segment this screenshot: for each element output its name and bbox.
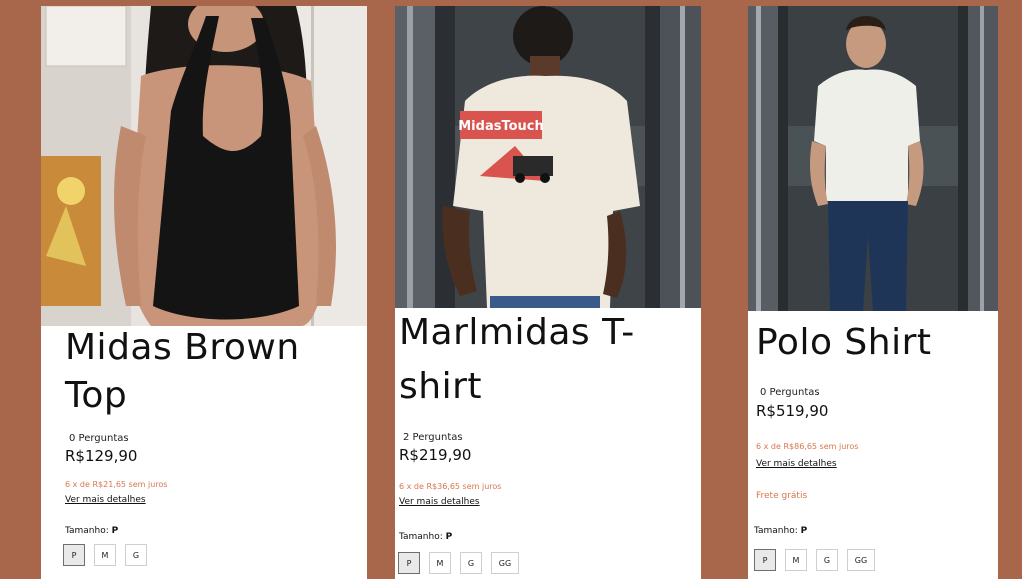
- installments-text: 6 x de R$21,65 sem juros: [65, 480, 168, 489]
- size-option-m[interactable]: M: [785, 549, 807, 571]
- size-selected-value: P: [111, 526, 119, 536]
- see-more-details-link[interactable]: Ver mais detalhes: [65, 495, 146, 505]
- size-option-gg[interactable]: GG: [847, 549, 875, 571]
- product-title-line2: Top: [65, 375, 128, 416]
- size-option-p[interactable]: P: [398, 552, 420, 574]
- size-option-m[interactable]: M: [429, 552, 451, 574]
- size-option-g[interactable]: G: [460, 552, 482, 574]
- size-option-g[interactable]: G: [125, 544, 147, 566]
- product-price: R$519,90: [756, 402, 829, 420]
- product-title-line2: shirt: [399, 366, 482, 407]
- installments-text: 6 x de R$36,65 sem juros: [399, 482, 502, 491]
- product-photo[interactable]: MidasTouch: [395, 6, 701, 308]
- product-photo[interactable]: [41, 6, 367, 326]
- shirt-print-logo: MidasTouch: [458, 119, 544, 134]
- questions-count[interactable]: 0 Perguntas: [760, 387, 820, 398]
- size-selector: P M G GG: [398, 552, 519, 574]
- size-label-text: Tamanho:: [399, 532, 443, 542]
- product-price: R$219,90: [399, 446, 472, 464]
- size-selector: P M G: [63, 544, 147, 566]
- product-price: R$129,90: [65, 447, 138, 465]
- size-selected-value: P: [445, 532, 453, 542]
- size-label: Tamanho: P: [754, 526, 807, 536]
- questions-count[interactable]: 2 Perguntas: [403, 432, 463, 443]
- size-option-g[interactable]: G: [816, 549, 838, 571]
- product-title: Marlmidas T-: [399, 312, 635, 353]
- questions-count[interactable]: 0 Perguntas: [69, 433, 129, 444]
- size-label-text: Tamanho:: [65, 526, 109, 536]
- size-option-p[interactable]: P: [754, 549, 776, 571]
- size-selected-value: P: [800, 526, 808, 536]
- free-shipping-text: Frete grátis: [756, 491, 808, 501]
- product-card-marlmidas-tshirt[interactable]: MidasTouch Marlmidas T- shirt 2 Pergunta…: [395, 6, 701, 579]
- size-option-p[interactable]: P: [63, 544, 85, 566]
- see-more-details-link[interactable]: Ver mais detalhes: [756, 459, 837, 469]
- product-title: Midas Brown: [65, 327, 300, 368]
- size-option-m[interactable]: M: [94, 544, 116, 566]
- product-card-midas-brown-top[interactable]: Midas Brown Top 0 Perguntas R$129,90 6 x…: [41, 6, 367, 579]
- size-label-text: Tamanho:: [754, 526, 798, 536]
- product-card-polo-shirt[interactable]: Polo Shirt 0 Perguntas R$519,90 6 x de R…: [748, 6, 998, 579]
- installments-text: 6 x de R$86,65 sem juros: [756, 442, 859, 451]
- size-option-gg[interactable]: GG: [491, 552, 519, 574]
- see-more-details-link[interactable]: Ver mais detalhes: [399, 497, 480, 507]
- size-label: Tamanho: P: [65, 526, 118, 536]
- product-title: Polo Shirt: [756, 322, 932, 363]
- product-photo[interactable]: [748, 6, 998, 311]
- size-selector: P M G GG: [754, 549, 875, 571]
- size-label: Tamanho: P: [399, 532, 452, 542]
